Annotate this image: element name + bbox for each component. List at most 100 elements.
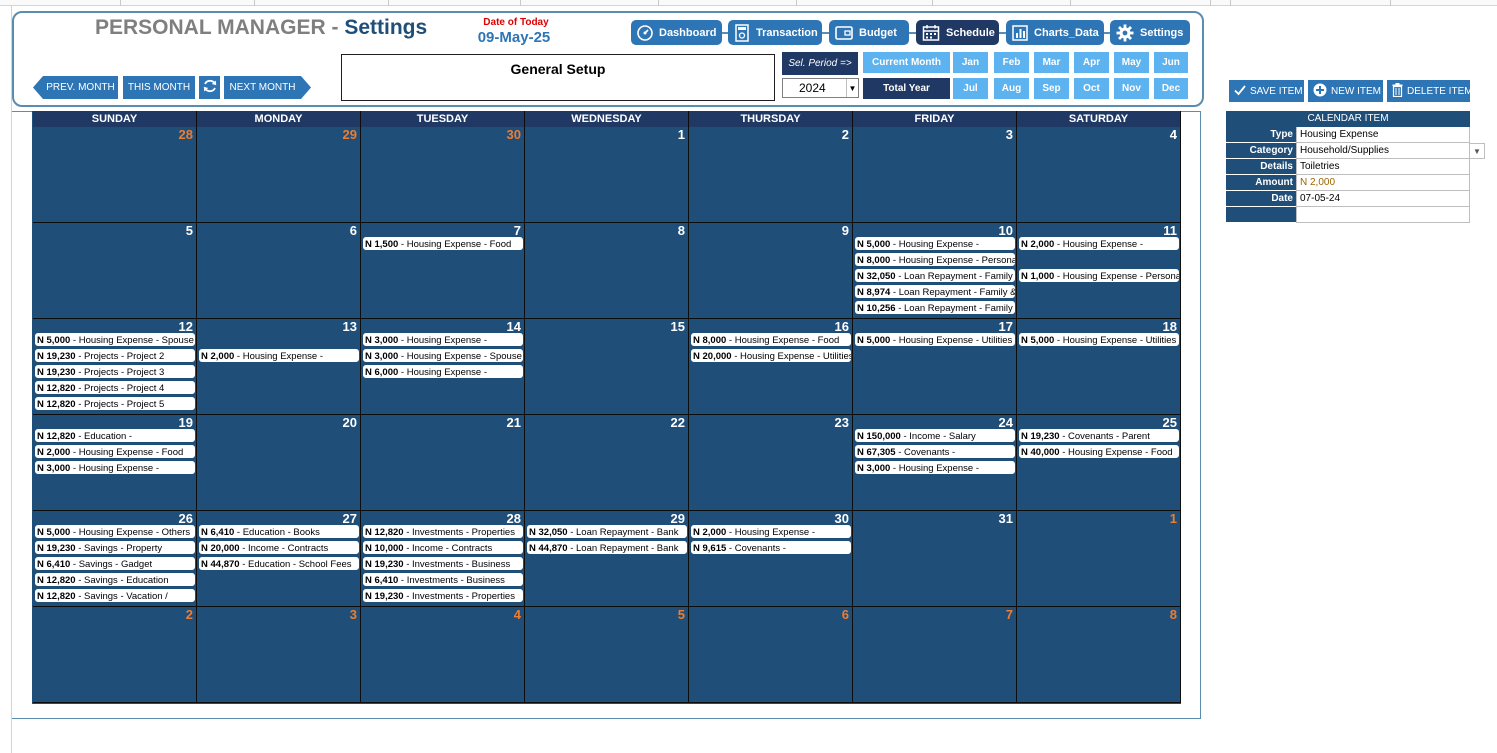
calendar-day-cell[interactable]: 8 xyxy=(525,223,689,319)
calendar-event[interactable]: N 40,000 - Housing Expense - Food xyxy=(1018,444,1180,459)
calendar-event[interactable]: N 9,615 - Covenants - xyxy=(690,540,852,555)
calendar-event[interactable]: N 19,230 - Savings - Property xyxy=(34,540,196,555)
save-item-button[interactable]: SAVE ITEM xyxy=(1229,80,1304,102)
calendar-day-cell[interactable]: 18 N 5,000 - Housing Expense - Utilities xyxy=(1017,319,1181,415)
year-select[interactable]: 2024 ▼ xyxy=(782,78,859,98)
calendar-event[interactable]: N 32,050 - Loan Repayment - Bank xyxy=(526,524,688,539)
month-button[interactable]: Oct xyxy=(1074,78,1109,99)
calendar-day-cell[interactable]: 2 xyxy=(33,607,197,703)
calendar-event[interactable]: N 5,000 - Housing Expense - xyxy=(854,236,1016,251)
calendar-event[interactable]: N 3,000 - Housing Expense - xyxy=(854,460,1016,475)
calendar-item-field[interactable]: Household/Supplies xyxy=(1296,143,1470,159)
calendar-day-cell[interactable]: 3 xyxy=(197,607,361,703)
calendar-day-cell[interactable]: 19 N 12,820 - Education -N 2,000 - Housin… xyxy=(33,415,197,511)
calendar-day-cell[interactable]: 17 N 5,000 - Housing Expense - Utilities xyxy=(853,319,1017,415)
calendar-event[interactable]: N 67,305 - Covenants - xyxy=(854,444,1016,459)
calendar-day-cell[interactable]: 12 N 5,000 - Housing Expense - Spouse N 19… xyxy=(33,319,197,415)
calendar-day-cell[interactable]: 21 xyxy=(361,415,525,511)
calendar-event[interactable]: N 19,230 - Projects - Project 2 xyxy=(34,348,196,363)
calendar-day-cell[interactable]: 28 xyxy=(33,127,197,223)
calendar-event[interactable]: N 12,820 - Projects - Project 5 xyxy=(34,396,196,411)
month-button[interactable]: Jan xyxy=(953,52,988,73)
calendar-day-cell[interactable]: 29 xyxy=(197,127,361,223)
calendar-event[interactable]: N 12,820 - Education - xyxy=(34,428,196,443)
calendar-event[interactable]: N 5,000 - Housing Expense - Utilities xyxy=(1018,332,1180,347)
calendar-day-cell[interactable]: 15 xyxy=(525,319,689,415)
budget-button[interactable]: Budget xyxy=(829,20,909,45)
calendar-event[interactable]: N 2,000 - Housing Expense - xyxy=(1018,236,1180,251)
next-month-button[interactable]: NEXT MONTH xyxy=(224,76,311,99)
calendar-event[interactable]: N 19,230 - Investments - Properties xyxy=(362,588,524,603)
calendar-event[interactable]: N 3,000 - Housing Expense - xyxy=(34,460,196,475)
calendar-event[interactable]: N 20,000 - Income - Contracts xyxy=(198,540,360,555)
this-month-button[interactable]: THIS MONTH xyxy=(123,76,195,99)
month-button[interactable]: Jul xyxy=(953,78,988,99)
month-button[interactable]: Feb xyxy=(994,52,1029,73)
calendar-day-cell[interactable]: 5 xyxy=(525,607,689,703)
calendar-event[interactable]: N 19,230 - Investments - Business xyxy=(362,556,524,571)
calendar-day-cell[interactable]: 16 N 8,000 - Housing Expense - Food N 20,0… xyxy=(689,319,853,415)
calendar-day-cell[interactable]: 9 xyxy=(689,223,853,319)
calendar-day-cell[interactable]: 13 N 2,000 - Housing Expense - xyxy=(197,319,361,415)
transaction-button[interactable]: Transaction xyxy=(728,20,822,45)
calendar-event[interactable]: N 6,000 - Housing Expense - xyxy=(362,364,524,379)
calendar-item-field[interactable]: Housing Expense xyxy=(1296,127,1470,143)
settings-button[interactable]: Settings xyxy=(1110,20,1190,45)
calendar-event[interactable]: N 6,410 - Education - Books xyxy=(198,524,360,539)
calendar-event[interactable]: N 32,050 - Loan Repayment - Family xyxy=(854,268,1016,283)
calendar-event[interactable]: N 6,410 - Investments - Business xyxy=(362,572,524,587)
calendar-day-cell[interactable]: 20 xyxy=(197,415,361,511)
calendar-day-cell[interactable]: 27 N 6,410 - Education - Books N 20,000 - … xyxy=(197,511,361,607)
calendar-day-cell[interactable]: 2 xyxy=(689,127,853,223)
calendar-event[interactable]: N 19,230 - Covenants - Parent xyxy=(1018,428,1180,443)
calendar-day-cell[interactable]: 8 xyxy=(1017,607,1181,703)
calendar-event[interactable]: N 5,000 - Housing Expense - Others xyxy=(34,524,196,539)
calendar-day-cell[interactable]: 14 N 3,000 - Housing Expense -N 3,000 - H… xyxy=(361,319,525,415)
calendar-event[interactable]: N 2,000 - Housing Expense - xyxy=(198,348,360,363)
calendar-event[interactable]: N 3,000 - Housing Expense - Spouse xyxy=(362,348,524,363)
month-button[interactable]: Jun xyxy=(1154,52,1188,73)
calendar-event[interactable]: N 5,000 - Housing Expense - Utilities xyxy=(854,332,1016,347)
calendar-day-cell[interactable]: 23 xyxy=(689,415,853,511)
month-button[interactable]: Nov xyxy=(1114,78,1149,99)
calendar-day-cell[interactable]: 30 N 2,000 - Housing Expense -N 9,615 - C… xyxy=(689,511,853,607)
calendar-event[interactable]: N 150,000 - Income - Salary xyxy=(854,428,1016,443)
month-button[interactable]: Aug xyxy=(994,78,1029,99)
dashboard-button[interactable]: Dashboard xyxy=(631,20,722,45)
calendar-event[interactable]: N 2,000 - Housing Expense - xyxy=(690,524,852,539)
calendar-item-field[interactable]: 07-05-24 xyxy=(1296,191,1470,207)
calendar-event[interactable]: N 12,820 - Investments - Properties xyxy=(362,524,524,539)
calendar-day-cell[interactable]: 6 xyxy=(689,607,853,703)
calendar-item-field[interactable] xyxy=(1296,207,1470,223)
calendar-day-cell[interactable]: 30 xyxy=(361,127,525,223)
calendar-item-field[interactable]: Toiletries xyxy=(1296,159,1470,175)
new-item-button[interactable]: NEW ITEM xyxy=(1308,80,1383,102)
calendar-day-cell[interactable]: 22 xyxy=(525,415,689,511)
month-button[interactable]: May xyxy=(1114,52,1149,73)
calendar-event[interactable]: N 8,000 - Housing Expense - Food xyxy=(690,332,852,347)
calendar-event[interactable]: N 44,870 - Loan Repayment - Bank xyxy=(526,540,688,555)
calendar-day-cell[interactable]: 25 N 19,230 - Covenants - Parent N 40,000 … xyxy=(1017,415,1181,511)
calendar-event[interactable]: N 19,230 - Projects - Project 3 xyxy=(34,364,196,379)
calendar-day-cell[interactable]: 3 xyxy=(853,127,1017,223)
month-button[interactable]: Apr xyxy=(1074,52,1109,73)
calendar-day-cell[interactable]: 7N 1,500 - Housing Expense - Food xyxy=(361,223,525,319)
calendar-event[interactable]: N 8,974 - Loan Repayment - Family & xyxy=(854,284,1016,299)
calendar-event[interactable]: N 12,820 - Savings - Vacation / xyxy=(34,588,196,603)
calendar-item-field[interactable]: N 2,000 xyxy=(1296,175,1470,191)
calendar-event[interactable]: N 12,820 - Savings - Education xyxy=(34,572,196,587)
calendar-day-cell[interactable]: 31 xyxy=(853,511,1017,607)
calendar-event[interactable]: N 6,410 - Savings - Gadget xyxy=(34,556,196,571)
calendar-event[interactable]: N 44,870 - Education - School Fees xyxy=(198,556,360,571)
calendar-day-cell[interactable]: 26 N 5,000 - Housing Expense - Others N 19… xyxy=(33,511,197,607)
calendar-event[interactable]: N 10,256 - Loan Repayment - Family xyxy=(854,300,1016,315)
calendar-day-cell[interactable]: 4 xyxy=(1017,127,1181,223)
total-year-button[interactable]: Total Year xyxy=(863,78,950,99)
calendar-event[interactable]: N 1,500 - Housing Expense - Food xyxy=(362,236,524,251)
category-dropdown-chevron-icon[interactable]: ▼ xyxy=(1469,143,1485,159)
calendar-event[interactable]: N 8,000 - Housing Expense - Personal xyxy=(854,252,1016,267)
schedule-button[interactable]: Schedule xyxy=(916,20,999,45)
calendar-day-cell[interactable]: 1 xyxy=(1017,511,1181,607)
calendar-day-cell[interactable]: 29 N 32,050 - Loan Repayment - Bank N 44,8… xyxy=(525,511,689,607)
chevron-down-icon[interactable]: ▼ xyxy=(846,79,858,97)
